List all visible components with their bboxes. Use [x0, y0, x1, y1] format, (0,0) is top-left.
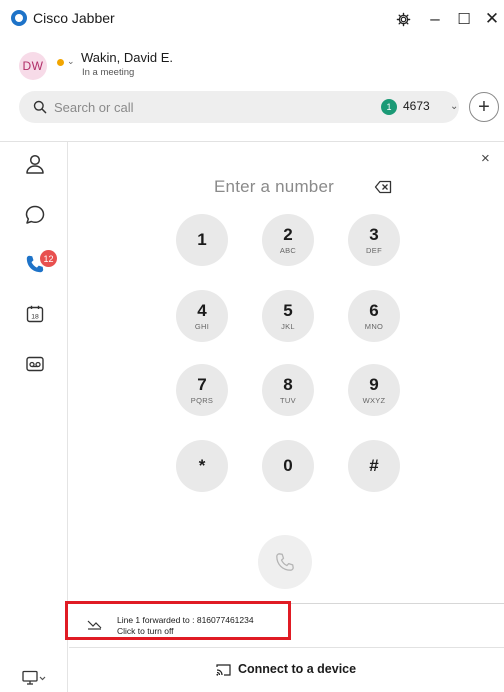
maximize-button[interactable]: ☐ [455, 7, 473, 31]
call-button[interactable] [258, 535, 312, 589]
device-selector[interactable] [22, 670, 50, 686]
divider [69, 647, 504, 648]
key-digit: 0 [283, 456, 293, 475]
presence-status-dot[interactable] [57, 59, 64, 66]
key-digit: 2 [283, 224, 293, 244]
key-letters: MNO [364, 321, 384, 331]
sidebar-item-meetings[interactable]: 18 [22, 301, 48, 327]
voicemail-icon [26, 356, 44, 372]
number-input[interactable]: Enter a number [214, 177, 334, 197]
line-selector[interactable]: 4673 [403, 99, 430, 113]
user-name: Wakin, David E. [81, 50, 173, 65]
calendar-icon: 18 [26, 305, 44, 323]
forward-turn-off-text: Click to turn off [117, 626, 174, 636]
dialpad-key[interactable]: 5 JKL [262, 290, 314, 342]
dialpad-key[interactable]: 1 [176, 214, 228, 266]
settings-gear-icon[interactable] [394, 7, 412, 31]
phone-icon [276, 553, 294, 571]
chat-bubble-icon [25, 205, 45, 224]
key-digit: # [369, 456, 379, 475]
calendar-day: 18 [31, 313, 39, 320]
search-icon [33, 100, 47, 114]
key-digit: 8 [283, 374, 293, 394]
connect-device-button[interactable]: Connect to a device [216, 660, 356, 678]
forward-status-text: Line 1 forwarded to : 816077461234 [117, 615, 254, 625]
dialpad-key[interactable]: 4 GHI [176, 290, 228, 342]
missed-calls-badge: 12 [40, 250, 57, 267]
dialpad-key[interactable]: 3 DEF [348, 214, 400, 266]
search-input[interactable] [54, 97, 334, 117]
line-badge[interactable]: 1 [381, 99, 397, 115]
dialpad-key[interactable]: # [348, 440, 400, 492]
close-dialpad-button[interactable]: × [481, 150, 490, 167]
chevron-down-icon[interactable]: ⌄ [67, 56, 75, 67]
cast-icon [216, 663, 231, 676]
dialpad-key[interactable]: 7 PQRS [176, 364, 228, 416]
dialpad-key[interactable]: 0 [262, 440, 314, 492]
key-digit: 4 [197, 300, 207, 320]
dialpad-key[interactable]: 6 MNO [348, 290, 400, 342]
dialpad-key[interactable]: 9 WXYZ [348, 364, 400, 416]
chevron-down-icon[interactable]: ⌄ [450, 101, 458, 112]
key-digit: * [198, 456, 206, 475]
avatar[interactable]: DW [19, 52, 47, 80]
key-letters: GHI [194, 321, 210, 331]
key-digit: 3 [369, 224, 379, 244]
sidebar-item-voicemail[interactable] [22, 351, 48, 377]
minimize-button[interactable]: – [426, 7, 444, 31]
header-divider [0, 141, 504, 142]
key-letters: PQRS [190, 395, 214, 405]
sidebar-item-contacts[interactable] [22, 151, 48, 177]
key-digit: 1 [197, 230, 207, 249]
key-letters: WXYZ [362, 395, 386, 405]
close-window-button[interactable]: ✕ [483, 7, 501, 31]
key-letters: JKL [281, 321, 295, 331]
key-letters: TUV [280, 395, 296, 405]
connect-device-label: Connect to a device [238, 662, 357, 676]
search-bar: 1 4673 ⌄ [19, 91, 459, 123]
sidebar-item-chat[interactable] [22, 202, 48, 228]
call-forward-icon [87, 620, 102, 630]
app-title: Cisco Jabber [33, 10, 115, 26]
backspace-icon[interactable] [374, 180, 392, 194]
key-digit: 7 [197, 374, 207, 394]
dialpad-key[interactable]: 8 TUV [262, 364, 314, 416]
jabber-window: Cisco Jabber – ☐ ✕ DW ⌄ Wakin, David E. … [0, 0, 504, 692]
key-digit: 9 [369, 374, 379, 394]
add-button[interactable]: + [469, 92, 499, 122]
key-digit: 6 [369, 300, 379, 320]
monitor-icon [22, 670, 46, 685]
call-forward-banner[interactable]: Line 1 forwarded to : 816077461234 Click… [65, 601, 291, 640]
dialpad-key[interactable]: * [176, 440, 228, 492]
key-letters: DEF [366, 245, 382, 255]
presence-status-text[interactable]: In a meeting [82, 67, 134, 78]
dialpad-key[interactable]: 2 ABC [262, 214, 314, 266]
title-bar: Cisco Jabber – ☐ ✕ [0, 0, 504, 34]
person-icon [26, 154, 44, 174]
jabber-logo-icon [11, 10, 27, 26]
key-letters: ABC [279, 245, 297, 255]
key-digit: 5 [283, 300, 293, 320]
sidebar: 12 18 [0, 142, 68, 692]
